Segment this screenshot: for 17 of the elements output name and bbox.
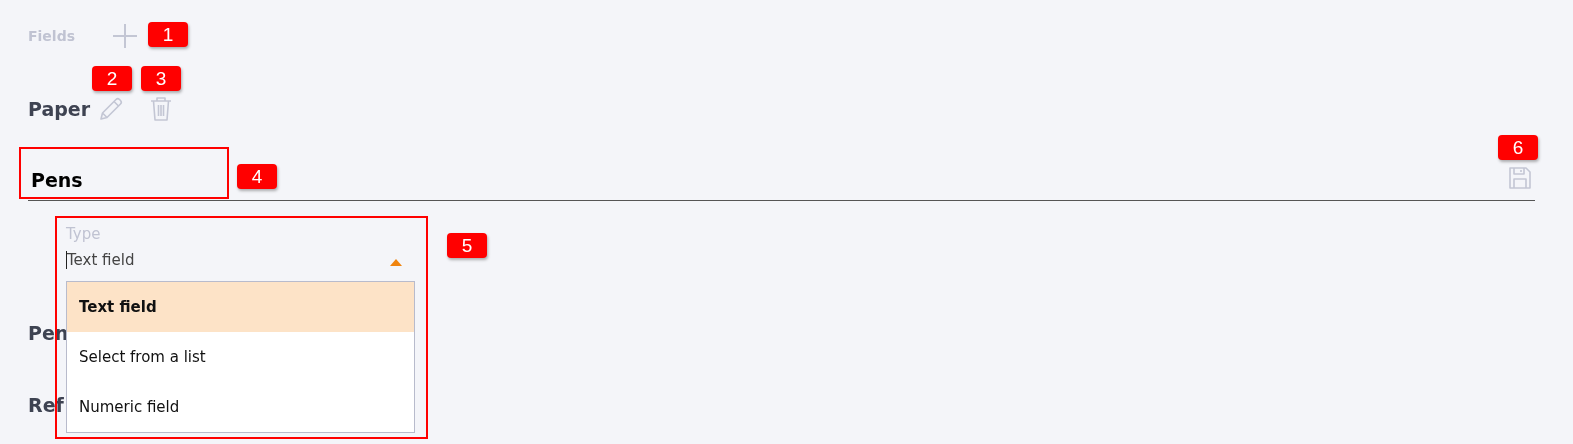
field-value: Text field — [66, 251, 135, 269]
annotation-badge: 1 — [148, 22, 188, 47]
save-icon[interactable] — [1508, 166, 1532, 190]
annotation-badge: 6 — [1498, 135, 1538, 160]
annotation-badge: 2 — [92, 66, 133, 91]
menu-option[interactable]: Select from a list — [67, 332, 414, 382]
annotation-badge: 4 — [237, 164, 277, 189]
trash-icon[interactable] — [149, 96, 174, 122]
menu-option[interactable]: Text field — [67, 282, 414, 332]
menu-option[interactable]: Numeric field — [67, 382, 414, 432]
caret-icon — [390, 259, 402, 266]
add-icon[interactable] — [112, 23, 138, 49]
pencil-icon[interactable] — [98, 96, 125, 122]
annotation-badge: 3 — [141, 66, 182, 91]
name-input[interactable]: Pens — [31, 169, 83, 191]
annotation-badge: 5 — [447, 233, 487, 258]
item-title: Paper — [28, 98, 91, 120]
